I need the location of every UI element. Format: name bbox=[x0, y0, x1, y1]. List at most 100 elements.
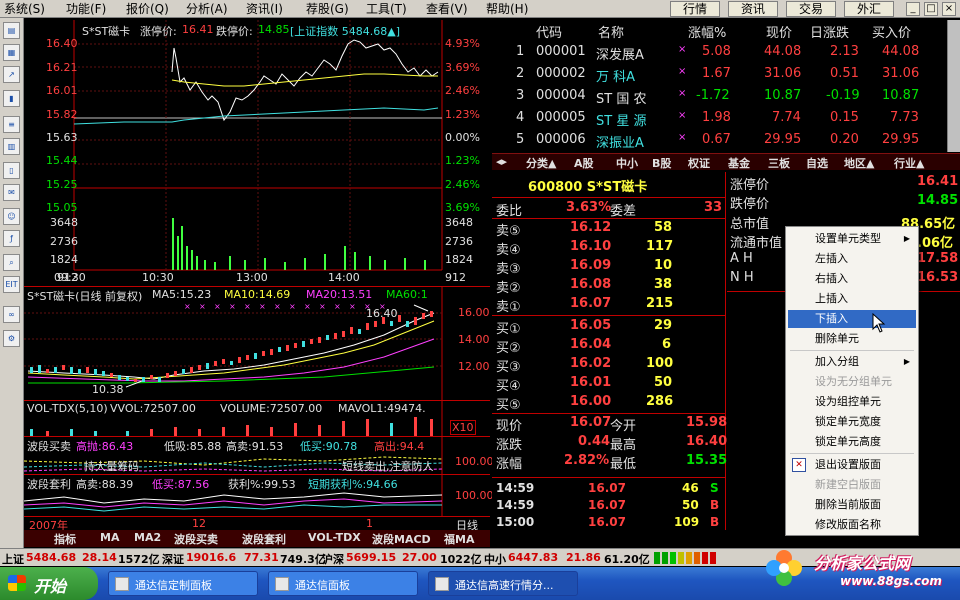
menu-item-lock-width[interactable]: 锁定单元宽度 bbox=[788, 413, 916, 431]
menu-item-delete-cell[interactable]: 删除单元 bbox=[788, 330, 916, 348]
tab-band-arbitrage[interactable]: 波段套利 bbox=[242, 531, 286, 547]
buy-level-price[interactable]: 16.01 bbox=[570, 375, 611, 390]
start-button[interactable]: 开始 bbox=[0, 567, 98, 600]
document-icon[interactable]: ▯ bbox=[3, 162, 20, 179]
menu-item-lock-height[interactable]: 锁定单元高度 bbox=[788, 433, 916, 451]
trade-button[interactable]: 交易 bbox=[786, 1, 836, 17]
buy-level-price[interactable]: 16.02 bbox=[570, 356, 611, 371]
table-row[interactable]: 5 000006 深振业A × 0.67 29.95 0.20 29.95 bbox=[492, 130, 947, 152]
tab-third-board[interactable]: 三板 bbox=[768, 155, 790, 171]
tab-indicator[interactable]: 指标 bbox=[54, 531, 76, 547]
tab-industry[interactable]: 行业▲ bbox=[894, 155, 924, 171]
menu-item-insert-left[interactable]: 左插入 bbox=[788, 250, 916, 268]
tab-vol-tdx[interactable]: VOL-TDX bbox=[308, 531, 361, 544]
task-custom-panel[interactable]: 通达信定制面板 bbox=[108, 571, 258, 596]
tab-prev-icon[interactable]: ◂▸ bbox=[496, 155, 507, 168]
report-icon[interactable]: ▥ bbox=[3, 138, 20, 155]
menu-item-rename-layout[interactable]: 修改版面名称 bbox=[788, 516, 916, 534]
minimize-icon[interactable]: _ bbox=[906, 2, 920, 16]
col-code[interactable]: 代码 bbox=[536, 22, 562, 41]
tab-warrant[interactable]: 权证 bbox=[688, 155, 710, 171]
tab-sme[interactable]: 中小 bbox=[616, 155, 638, 171]
col-daily-change[interactable]: 日涨跌 bbox=[810, 22, 849, 41]
forex-button[interactable]: 外汇 bbox=[844, 1, 894, 17]
col-price[interactable]: 现价 bbox=[766, 22, 792, 41]
menu-item-insert-right[interactable]: 右插入 bbox=[788, 270, 916, 288]
link-icon[interactable]: ∞ bbox=[3, 306, 20, 323]
menu-item-insert-below[interactable]: 下插入 bbox=[788, 310, 916, 328]
volume-panel[interactable]: VOL-TDX(5,10) VVOL:72507.00 VOLUME:72507… bbox=[24, 400, 490, 437]
menu-item-set-cell-type[interactable]: 设置单元类型 ▶ bbox=[788, 230, 916, 248]
exit-icon[interactable]: EIT bbox=[3, 276, 20, 293]
tab-fu-ma[interactable]: 福MA bbox=[444, 531, 474, 547]
tab-fund[interactable]: 基金 bbox=[728, 155, 750, 171]
info-button[interactable]: 资讯 bbox=[728, 1, 778, 17]
restore-icon[interactable]: □ bbox=[924, 2, 938, 16]
tab-band-trade[interactable]: 波段买卖 bbox=[174, 531, 218, 547]
tab-a-share[interactable]: A股 bbox=[574, 155, 594, 171]
sell-level-price[interactable]: 16.10 bbox=[570, 239, 611, 254]
search-icon[interactable]: ⌕ bbox=[3, 254, 20, 271]
tab-watchlist[interactable]: 自选 bbox=[806, 155, 828, 171]
menu-system[interactable]: 系统(S) bbox=[4, 1, 45, 17]
menu-quote[interactable]: 报价(Q) bbox=[126, 1, 169, 17]
sell-level-price[interactable]: 16.07 bbox=[570, 296, 611, 311]
sell-level-volume: 58 bbox=[654, 220, 673, 235]
kline-icon[interactable]: ▮ bbox=[3, 90, 20, 107]
menu-item-add-group[interactable]: 加入分组 ▶ bbox=[788, 353, 916, 371]
line-chart-icon[interactable]: ↗ bbox=[3, 66, 20, 83]
right-axis-tick: 2.46% bbox=[445, 178, 480, 191]
tab-region[interactable]: 地区▲ bbox=[844, 155, 874, 171]
hs-amount: 1022亿 bbox=[440, 553, 482, 566]
tab-category[interactable]: 分类▲ bbox=[526, 155, 556, 171]
menu-view[interactable]: 查看(V) bbox=[426, 1, 468, 17]
settings-icon[interactable]: ⚙ bbox=[3, 330, 20, 347]
right-axis-tick: 3.69% bbox=[445, 201, 480, 214]
users-icon[interactable]: ☺ bbox=[3, 208, 20, 225]
table-row[interactable]: 4 000005 ST 星 源 × 1.98 7.74 0.15 7.73 bbox=[492, 108, 947, 130]
tab-ma2[interactable]: MA2 bbox=[134, 531, 161, 544]
indicator-band-trade[interactable]: 波段买卖 高抛:86.43 低吸:85.88 高卖:91.53 低买:90.78… bbox=[24, 436, 494, 475]
col-change-pct[interactable]: 涨幅% bbox=[688, 22, 726, 41]
indicator-band-arbitrage[interactable]: 波段套利 高卖:88.39 低买:87.56 获利%:99.53 短期获利%:9… bbox=[24, 474, 494, 517]
function-icon[interactable]: ƒ bbox=[3, 230, 20, 247]
table-row[interactable]: 2 000002 万 科A × 1.67 31.06 0.51 31.06 bbox=[492, 64, 947, 86]
buy-level-price[interactable]: 16.04 bbox=[570, 337, 611, 352]
table-scrollbar[interactable] bbox=[947, 20, 960, 152]
menu-item-set-group-control[interactable]: 设为组控单元 bbox=[788, 393, 916, 411]
menu-tools[interactable]: 工具(T) bbox=[366, 1, 407, 17]
menu-help[interactable]: 帮助(H) bbox=[486, 1, 528, 17]
mail-icon[interactable]: ✉ bbox=[3, 184, 20, 201]
divider bbox=[492, 197, 726, 198]
grid-icon[interactable]: ▦ bbox=[3, 44, 20, 61]
table-row[interactable]: 3 000004 ST 国 农 × -1.72 10.87 -0.19 10.8… bbox=[492, 86, 947, 108]
close-icon[interactable]: × bbox=[942, 2, 956, 16]
kline-chart[interactable]: S*ST磁卡(日线 前复权) MA5:15.23 MA10:14.69 MA20… bbox=[24, 286, 490, 401]
tab-band-macd[interactable]: 波段MACD bbox=[372, 531, 431, 547]
buy-level-price[interactable]: 16.05 bbox=[570, 318, 611, 333]
list-icon[interactable]: ▤ bbox=[3, 22, 20, 39]
col-name[interactable]: 名称 bbox=[598, 22, 624, 41]
task-market-analysis[interactable]: 通达信高速行情分... bbox=[428, 571, 578, 596]
x-marker: × bbox=[678, 44, 687, 55]
tab-b-share[interactable]: B股 bbox=[652, 155, 671, 171]
menu-item-delete-layout[interactable]: 删除当前版面 bbox=[788, 496, 916, 514]
sell-level-price[interactable]: 16.12 bbox=[570, 220, 611, 235]
col-bid[interactable]: 买入价 bbox=[872, 22, 911, 41]
menu-function[interactable]: 功能(F) bbox=[66, 1, 106, 17]
intraday-chart[interactable]: S*ST磁卡 涨停价: 16.41 跌停价: 14.85 [上证指数 5484.… bbox=[24, 20, 490, 285]
sell-level-price[interactable]: 16.08 bbox=[570, 277, 611, 292]
menu-info[interactable]: 资讯(I) bbox=[246, 1, 283, 17]
sell-level-price[interactable]: 16.09 bbox=[570, 258, 611, 273]
menu-item-insert-above[interactable]: 上插入 bbox=[788, 290, 916, 308]
buy-level-label: 买① bbox=[496, 322, 521, 337]
menu-analysis[interactable]: 分析(A) bbox=[186, 1, 228, 17]
table-row[interactable]: 1 000001 深发展A × 5.08 44.08 2.13 44.08 bbox=[492, 42, 947, 64]
menu-recommend[interactable]: 荐股(G) bbox=[306, 1, 349, 17]
quote-button[interactable]: 行情 bbox=[670, 1, 720, 17]
task-panel[interactable]: 通达信面板 bbox=[268, 571, 418, 596]
menu-item-exit-layout[interactable]: ✕ 退出设置版面 bbox=[788, 456, 916, 474]
buy-level-price[interactable]: 16.00 bbox=[570, 394, 611, 409]
news-icon[interactable]: ≡ bbox=[3, 116, 20, 133]
tab-ma[interactable]: MA bbox=[100, 531, 119, 544]
